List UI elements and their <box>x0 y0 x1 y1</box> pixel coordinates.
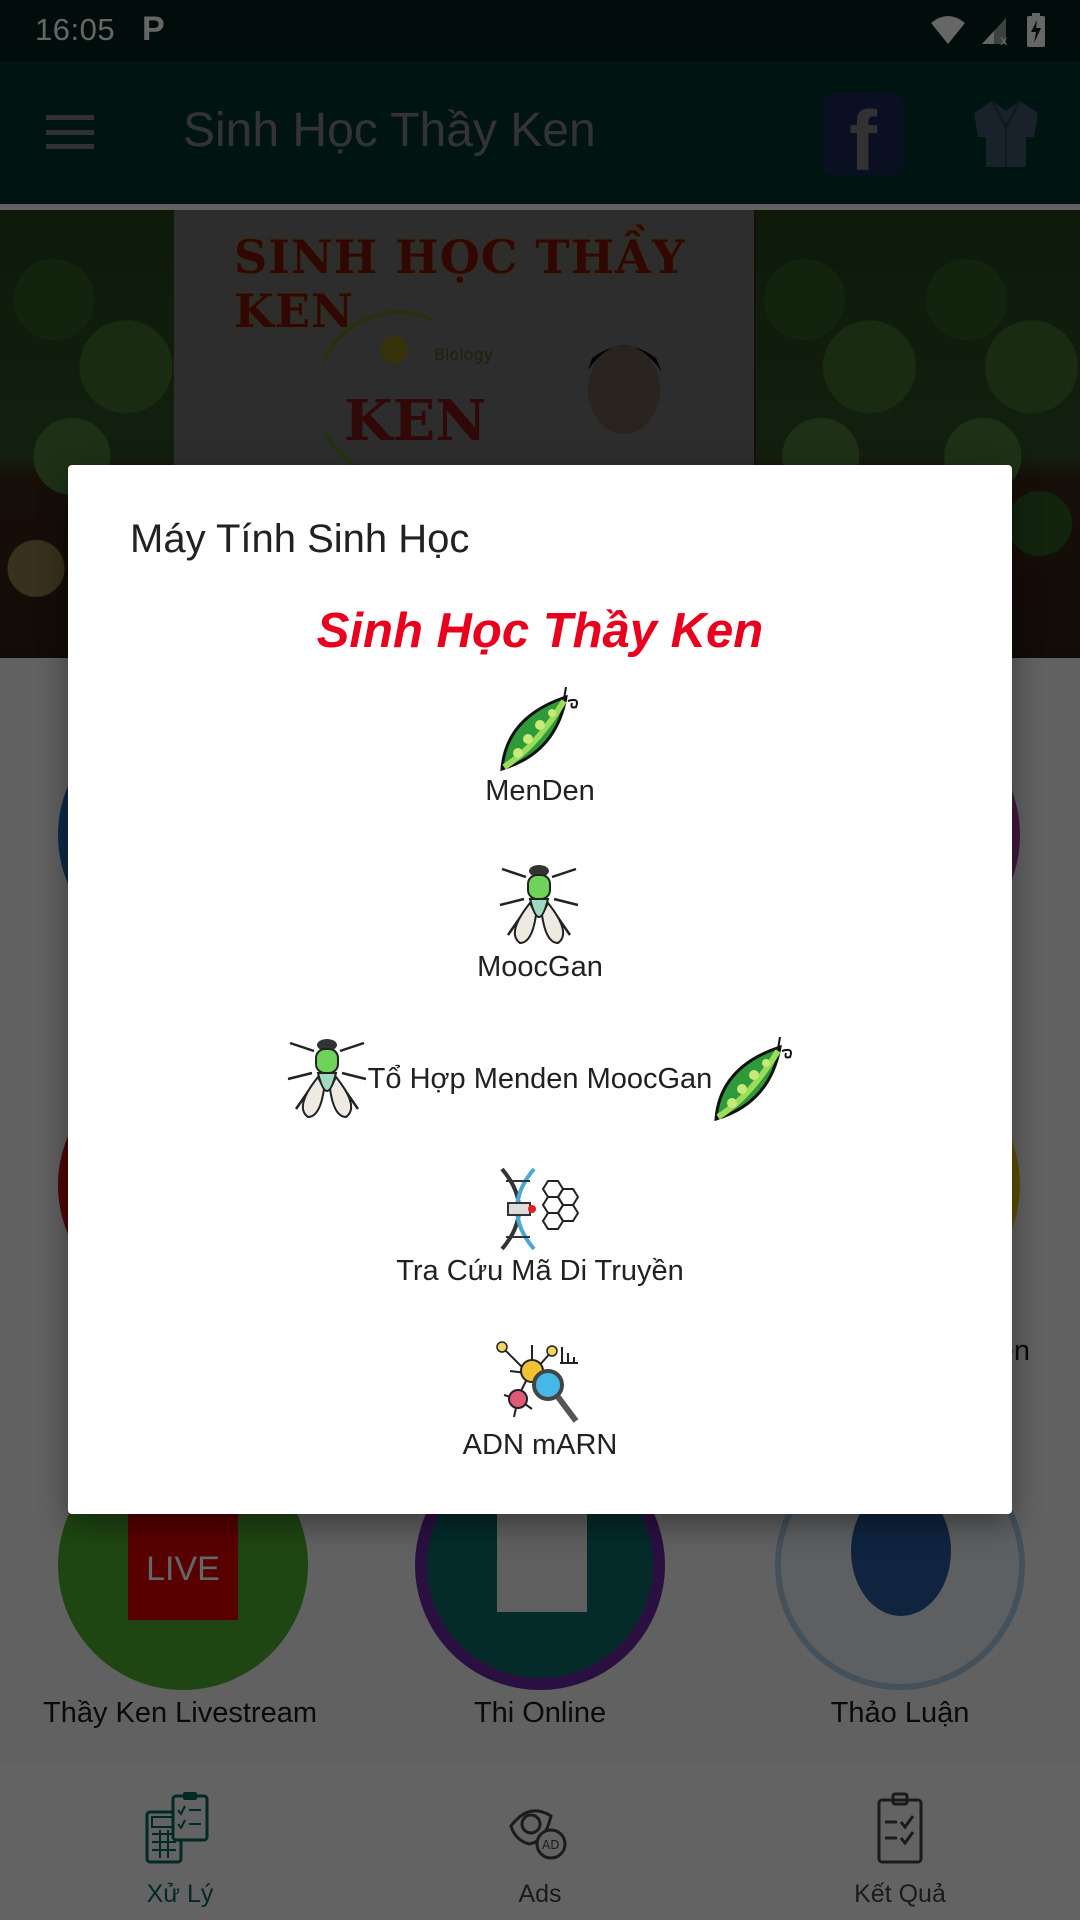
option-label-adn-marn: ADN mARN <box>462 1429 618 1461</box>
dna-molecule-icon <box>500 1167 580 1251</box>
option-label-tra-cuu: Tra Cứu Mã Di Truyền <box>396 1255 684 1287</box>
option-label-moocgan: MoocGan <box>477 951 603 983</box>
option-label-menden: MenDen <box>485 775 595 807</box>
option-menden[interactable]: MenDen <box>68 687 1012 817</box>
fruit-fly-icon <box>499 865 579 945</box>
pea-pod-icon <box>714 1037 792 1121</box>
option-tra-cuu-ma-di-truyen[interactable]: Tra Cứu Mã Di Truyền <box>68 1167 1012 1297</box>
option-adn-marn[interactable]: ADN mARN <box>68 1341 1012 1471</box>
option-label-to-hop: Tổ Hợp Menden MoocGan <box>367 1063 713 1095</box>
dialog-subtitle: Sinh Học Thầy Ken <box>316 604 764 658</box>
pea-pod-icon <box>500 687 578 771</box>
calculator-dialog: Máy Tính Sinh Học Sinh Học Thầy Ken MenD… <box>68 465 1012 1514</box>
option-moocgan[interactable]: MoocGan <box>68 863 1012 993</box>
dialog-title: Máy Tính Sinh Học <box>130 517 470 561</box>
option-to-hop-menden-moocgan[interactable]: Tổ Hợp Menden MoocGan <box>68 1037 1012 1127</box>
molecule-magnifier-icon <box>496 1341 579 1423</box>
